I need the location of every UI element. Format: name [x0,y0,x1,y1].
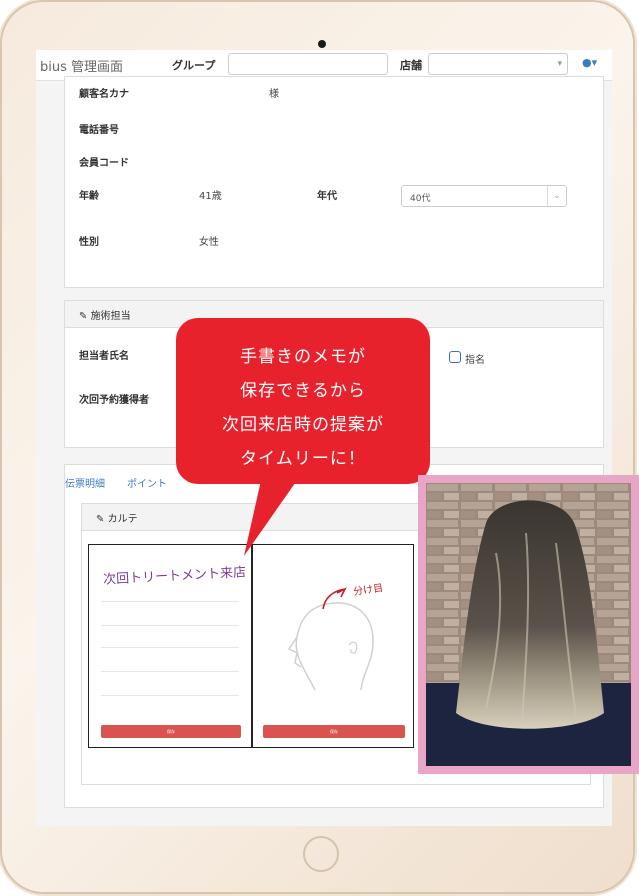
pin-icon: ✎ [79,311,88,322]
tab-points[interactable]: ポイント [127,475,167,490]
callout-line: タイムリーに！ [240,449,366,469]
nominated-checkbox[interactable] [449,351,461,363]
treatment-header-text: 施術担当 [90,311,131,322]
save-sketch-label: 保存 [330,729,338,734]
age-group-label: 年代 [317,191,337,202]
callout-line: 保存できるから [240,381,366,401]
app-brand[interactable]: bius 管理画面 [40,56,123,75]
memo-line [101,671,239,672]
hair-photo [426,483,631,766]
save-sketch-button[interactable]: 保存 [263,725,405,738]
home-button[interactable] [303,836,339,872]
group-select[interactable] [228,53,388,75]
front-camera [318,40,326,48]
kana-suffix: 様 [269,89,279,100]
hair-photo-icon [426,483,631,766]
karte-header-text: カルテ [107,514,138,525]
memo-line [101,625,239,626]
head-sketch-canvas[interactable]: 分け目 保存 [252,544,414,748]
nominated-label: 指名 [465,355,485,366]
callout-line: 次回来店時の提案が [222,415,384,435]
group-label: グループ [172,59,216,72]
memo-line [101,647,239,648]
memo-line [101,695,239,696]
age-value: 41歳 [199,191,222,202]
store-label: 店舗 [400,59,422,72]
callout-line: 手書きのメモが [240,347,366,367]
phone-label: 電話番号 [79,125,119,136]
memo-line [101,601,239,602]
memo-handwriting: 次回トリートメント来店 [102,565,247,588]
customer-info-panel: 顧客名カナ 様 電話番号 会員コード 年齢 41歳 年代 40代 ⌄ 性別 女性 [64,76,604,288]
age-label: 年齢 [79,191,99,202]
age-group-select[interactable]: 40代 ⌄ [401,185,567,207]
karte-title: ✎ カルテ [96,510,138,525]
tab-slip-details[interactable]: 伝票明細 [65,475,105,490]
gender-label: 性別 [79,237,99,248]
chevron-down-icon: ⌄ [547,186,566,206]
callout-bubble: 手書きのメモが 保存できるから 次回来店時の提案が タイムリーに！ [176,318,430,484]
kana-label: 顧客名カナ [79,89,129,100]
user-icon[interactable]: ●▾ [582,56,597,69]
save-memo-button[interactable]: 保存 [101,725,241,738]
store-select[interactable]: ▾ [428,53,568,75]
pin-icon: ✎ [96,514,105,525]
member-code-label: 会員コード [79,158,129,169]
age-group-value: 40代 [410,194,431,204]
save-memo-label: 保存 [167,729,175,734]
gender-value: 女性 [199,237,219,248]
hair-photo-frame [418,475,639,774]
handwritten-memo-canvas[interactable]: 次回トリートメント来店 保存 [88,544,252,748]
next-reservation-label: 次回予約獲得者 [79,395,149,406]
staff-name-label: 担当者氏名 [79,351,129,362]
treatment-staff-title: ✎ 施術担当 [79,307,131,322]
chevron-down-icon: ▾ [557,59,562,69]
head-outline-icon [287,587,374,691]
